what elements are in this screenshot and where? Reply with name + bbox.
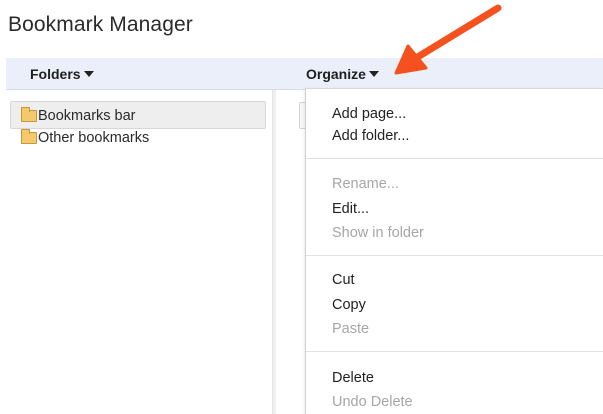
pane-splitter[interactable] (272, 90, 276, 414)
folder-icon (21, 129, 37, 144)
menu-item-paste: Paste (332, 321, 370, 337)
menu-item-rename: Rename... (332, 176, 399, 192)
folder-item-other-bookmarks[interactable]: Other bookmarks (10, 123, 266, 151)
organize-menu-label: Organize (306, 66, 366, 82)
caret-down-icon (368, 71, 379, 78)
menu-separator (306, 255, 603, 256)
folder-tree: Bookmarks bar Other bookmarks (10, 101, 266, 151)
organize-menu-button[interactable]: Organize (306, 58, 379, 90)
menu-item-add-page[interactable]: Add page... (332, 103, 406, 125)
folders-menu-label: Folders (30, 66, 81, 82)
folders-menu-button[interactable]: Folders (30, 58, 94, 90)
organize-dropdown-menu: Add page... Add folder... Rename... Edit… (305, 88, 603, 414)
menu-item-delete[interactable]: Delete (332, 367, 374, 389)
menu-item-edit[interactable]: Edit... (332, 198, 369, 220)
folder-icon (21, 107, 37, 122)
page-title: Bookmark Manager (8, 13, 193, 36)
header-bar: Folders Organize (6, 58, 603, 90)
menu-item-undo-delete: Undo Delete (332, 394, 413, 410)
menu-item-copy[interactable]: Copy (332, 294, 366, 316)
caret-down-icon (83, 71, 94, 78)
menu-item-cut[interactable]: Cut (332, 269, 355, 291)
menu-separator (306, 351, 603, 352)
folder-label: Bookmarks bar (38, 108, 136, 124)
menu-separator (306, 158, 603, 159)
folder-label: Other bookmarks (38, 130, 150, 146)
menu-item-add-folder[interactable]: Add folder... (332, 125, 409, 147)
menu-item-show-in-folder: Show in folder (332, 225, 424, 241)
